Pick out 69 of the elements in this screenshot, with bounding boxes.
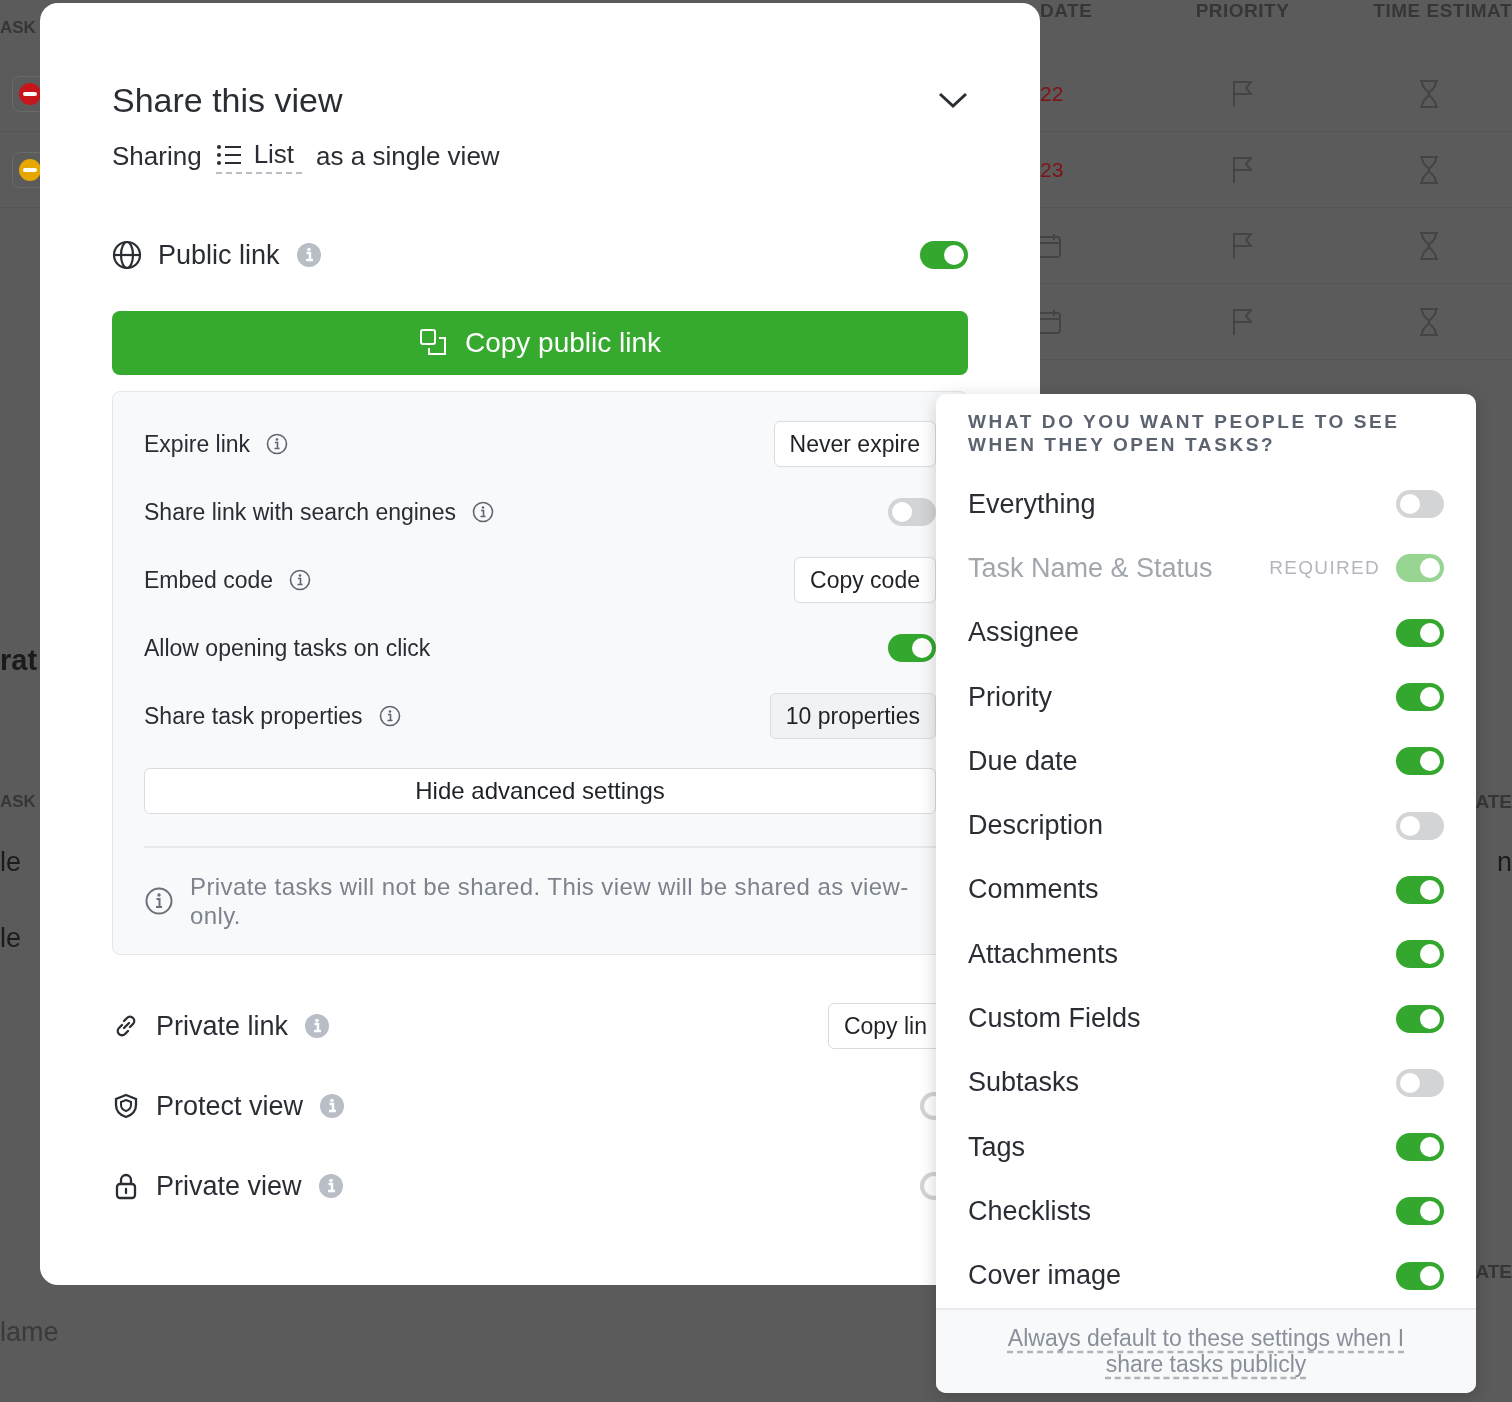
shield-icon bbox=[112, 1092, 140, 1120]
setting-button[interactable]: 10 properties bbox=[769, 693, 936, 739]
hourglass-icon[interactable] bbox=[1417, 154, 1440, 185]
section-title: rat bbox=[0, 642, 39, 678]
property-label: Custom Fields bbox=[968, 1003, 1142, 1034]
property-label: Attachments bbox=[968, 938, 1120, 970]
property-label: Task Name & Status bbox=[968, 552, 1214, 584]
sharing-label: as a single view bbox=[316, 140, 500, 172]
toggle-switch[interactable] bbox=[1396, 618, 1444, 647]
toggle-switch[interactable] bbox=[1396, 1004, 1444, 1033]
hourglass-icon[interactable] bbox=[1417, 306, 1440, 337]
popover-title: WHAT DO YOU WANT PEOPLE TO SEE WHEN THEY OPEN TASKS? bbox=[967, 410, 1401, 456]
sharing-label: Sharing bbox=[112, 140, 202, 172]
setting-button[interactable]: Never expire bbox=[773, 421, 936, 467]
option-label: Protect view bbox=[156, 1090, 304, 1122]
task-name[interactable]: le bbox=[0, 824, 40, 900]
property-label: Comments bbox=[968, 874, 1100, 906]
toggle-switch[interactable] bbox=[920, 241, 968, 269]
notice-text: Private tasks will not be shared. This view will be shared as view-only. bbox=[190, 872, 910, 930]
toggle-switch[interactable] bbox=[1396, 490, 1444, 519]
info-icon[interactable] bbox=[471, 501, 494, 523]
setting-label: Embed code bbox=[144, 566, 274, 594]
dialog-title: Share this view bbox=[112, 80, 343, 120]
property-label: Priority bbox=[968, 681, 1053, 713]
option-label: Private link bbox=[156, 1010, 289, 1042]
toggle-switch[interactable] bbox=[1396, 1261, 1444, 1290]
toggle-switch[interactable] bbox=[1396, 747, 1444, 776]
table-cell-text: n bbox=[1496, 845, 1512, 879]
list-icon bbox=[215, 143, 242, 166]
toggle-switch[interactable] bbox=[1396, 1197, 1444, 1226]
setting-button[interactable]: Copy code bbox=[794, 557, 936, 603]
property-label: Description bbox=[968, 810, 1105, 842]
setting-label: Share task properties bbox=[144, 702, 363, 730]
property-label: Checklists bbox=[968, 1195, 1093, 1227]
info-icon[interactable] bbox=[289, 569, 312, 591]
hourglass-icon[interactable] bbox=[1417, 78, 1440, 109]
toggle-switch[interactable] bbox=[1396, 1068, 1444, 1097]
info-icon bbox=[144, 886, 174, 916]
toggle-switch[interactable] bbox=[1396, 1133, 1444, 1162]
property-label: Everything bbox=[968, 488, 1097, 520]
required-tag: REQUIRED bbox=[1269, 557, 1380, 580]
copy-icon bbox=[418, 328, 449, 358]
public-link-label: Public link bbox=[158, 239, 280, 271]
option-label: Private view bbox=[156, 1170, 302, 1202]
toggle-switch[interactable] bbox=[1396, 811, 1444, 840]
toggle-switch[interactable] bbox=[1396, 683, 1444, 712]
toggle-switch[interactable] bbox=[1396, 940, 1444, 969]
setting-label: Expire link bbox=[144, 430, 251, 458]
info-icon[interactable] bbox=[378, 705, 401, 727]
property-label: Tags bbox=[968, 1131, 1027, 1163]
toggle-switch[interactable] bbox=[1396, 875, 1444, 904]
globe-icon bbox=[112, 240, 142, 270]
property-label: Subtasks bbox=[968, 1067, 1081, 1099]
info-icon[interactable] bbox=[266, 433, 289, 455]
copy-public-link-button[interactable]: Copy public link bbox=[112, 311, 968, 375]
setting-label: Share link with search engines bbox=[144, 498, 456, 526]
toggle-switch[interactable] bbox=[888, 498, 936, 526]
property-label: Cover image bbox=[968, 1260, 1123, 1292]
property-label: Assignee bbox=[968, 617, 1081, 649]
due-date[interactable]: 22 bbox=[1040, 81, 1064, 106]
toggle-switch[interactable] bbox=[888, 634, 936, 662]
view-selector[interactable]: List bbox=[215, 138, 303, 174]
hide-advanced-button[interactable]: Hide advanced settings bbox=[144, 768, 936, 814]
setting-label: Allow opening tasks on click bbox=[144, 634, 431, 662]
chevron-down-icon[interactable] bbox=[938, 91, 968, 109]
task-name[interactable]: le bbox=[0, 900, 40, 976]
property-label: Due date bbox=[968, 745, 1079, 777]
hourglass-icon[interactable] bbox=[1417, 230, 1440, 261]
due-date[interactable]: 23 bbox=[1040, 157, 1064, 182]
